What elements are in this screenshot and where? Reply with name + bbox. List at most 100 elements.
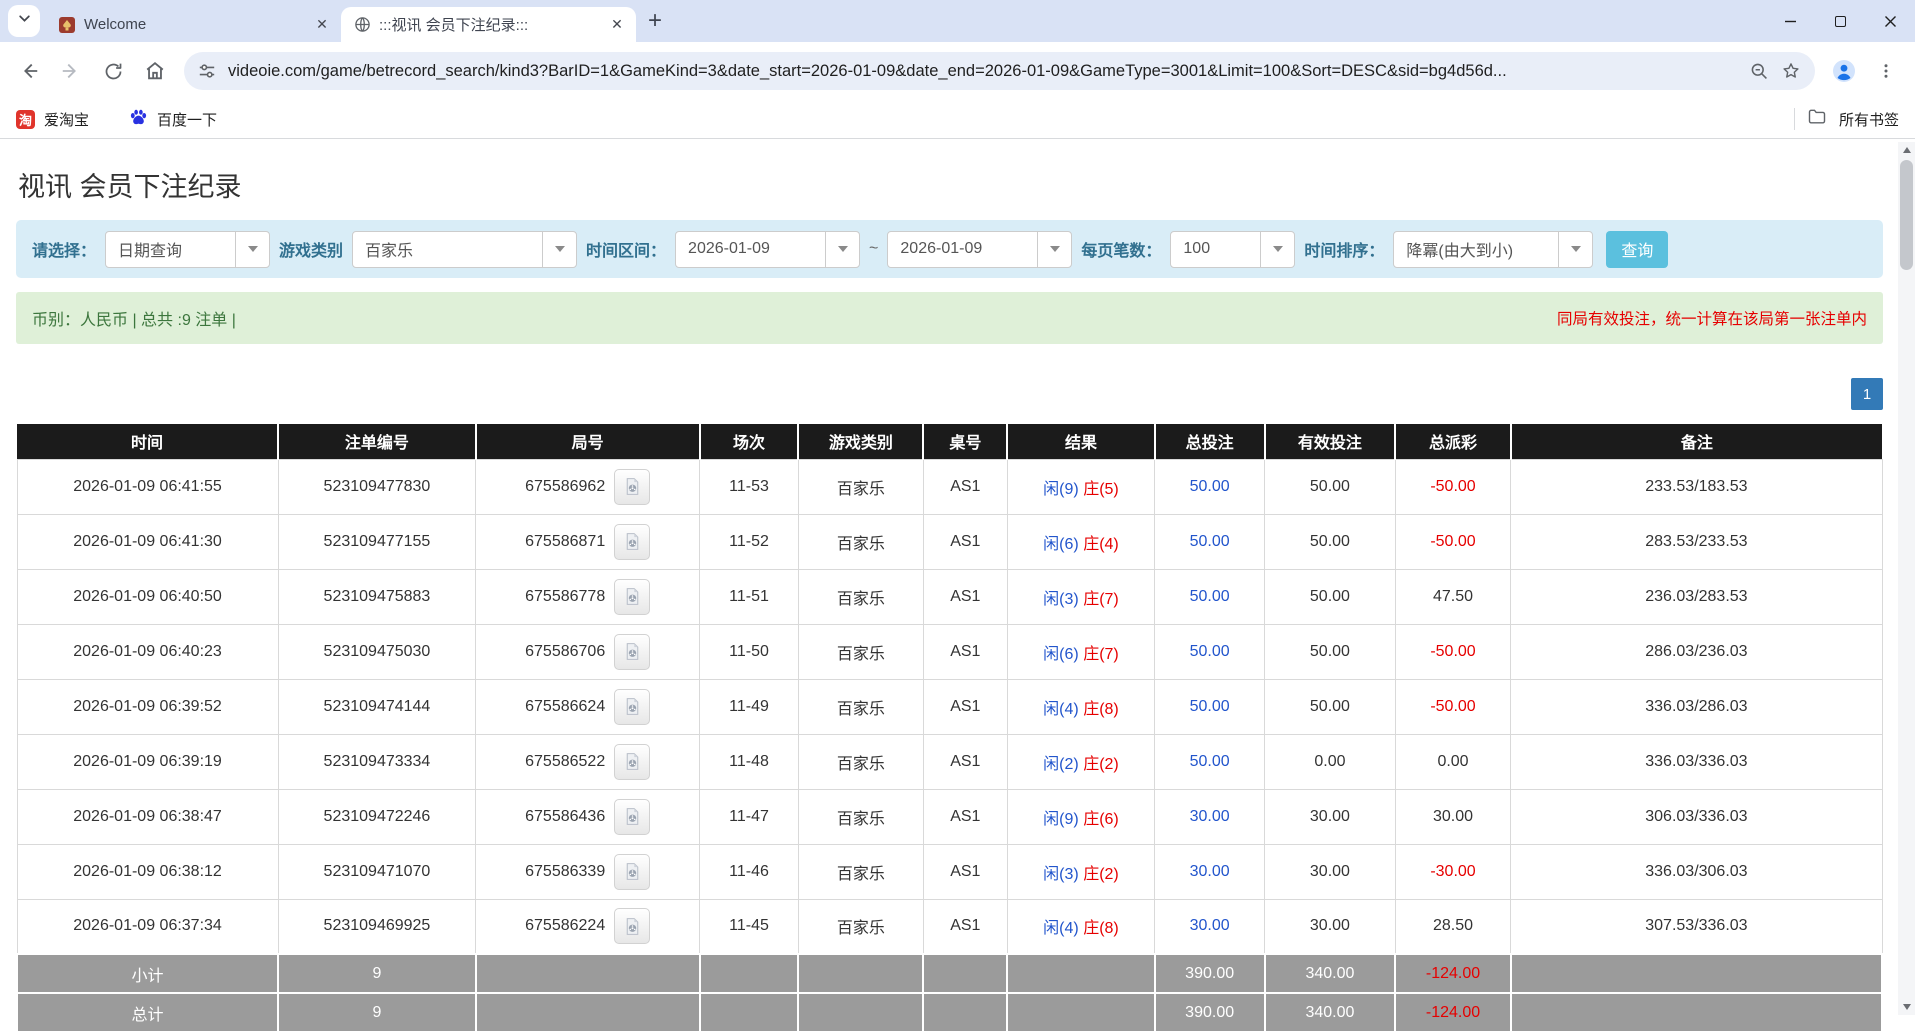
cell-total-bet: 50.00 — [1155, 679, 1265, 734]
cell-note: 236.03/283.53 — [1511, 569, 1882, 624]
zoom-out-icon[interactable] — [1750, 62, 1769, 81]
back-button[interactable] — [10, 52, 48, 90]
cell-bet-id: 523109477155 — [278, 514, 476, 569]
video-replay-icon[interactable] — [614, 854, 650, 890]
cell-valid-bet: 50.00 — [1265, 624, 1396, 679]
bookmark-label: 百度一下 — [157, 109, 217, 130]
bookmark-aitaobao[interactable]: 淘 爱淘宝 — [16, 109, 89, 130]
baidu-paw-icon — [129, 108, 148, 131]
cell-result: 闲(9) 庄(6) — [1007, 789, 1154, 844]
cell-bet-id: 523109472246 — [278, 789, 476, 844]
close-tab-icon[interactable]: ✕ — [608, 16, 626, 34]
tab-strip: Welcome ✕ :::视讯 会员下注纪录::: ✕ + — [0, 0, 1915, 42]
menu-kebab-icon[interactable] — [1867, 52, 1905, 90]
round-number: 675586871 — [525, 533, 605, 551]
tab-title: :::视讯 会员下注纪录::: — [379, 14, 600, 35]
video-replay-icon[interactable] — [614, 579, 650, 615]
cell-note: 336.03/336.03 — [1511, 734, 1882, 789]
cell-valid-bet: 0.00 — [1265, 734, 1396, 789]
cell-payout: -30.00 — [1395, 844, 1511, 899]
globe-favicon-icon — [353, 16, 371, 34]
scroll-up-arrow-icon[interactable] — [1898, 142, 1915, 158]
col-game-kind: 游戏类别 — [798, 424, 923, 459]
cell-valid-bet: 30.00 — [1265, 844, 1396, 899]
address-bar[interactable]: videoie.com/game/betrecord_search/kind3?… — [184, 52, 1815, 90]
site-info-icon[interactable] — [198, 62, 216, 80]
cell-total-bet: 50.00 — [1155, 624, 1265, 679]
scrollbar-thumb[interactable] — [1900, 160, 1913, 270]
maximize-button[interactable] — [1815, 0, 1865, 42]
date-end-select[interactable]: 2026-01-09 — [887, 231, 1072, 268]
url-text[interactable]: videoie.com/game/betrecord_search/kind3?… — [228, 62, 1738, 81]
cell-table-no: AS1 — [923, 844, 1007, 899]
profile-avatar[interactable] — [1825, 52, 1863, 90]
close-window-button[interactable] — [1865, 0, 1915, 42]
chevron-down-icon — [542, 232, 576, 267]
cell-result: 闲(3) 庄(7) — [1007, 569, 1154, 624]
bookmark-star-icon[interactable] — [1781, 61, 1801, 81]
cell-result: 闲(6) 庄(4) — [1007, 514, 1154, 569]
cell-result: 闲(4) 庄(8) — [1007, 899, 1154, 954]
chevron-down-icon — [1260, 232, 1294, 267]
page-button-1[interactable]: 1 — [1851, 378, 1883, 410]
video-replay-icon[interactable] — [614, 799, 650, 835]
table-row: 2026-01-09 06:41:55 523109477830 6755869… — [17, 459, 1882, 514]
cell-round: 675586436 — [476, 789, 700, 844]
new-tab-button[interactable]: + — [640, 6, 670, 36]
cell-game: 百家乐 — [798, 789, 923, 844]
welcome-favicon-icon — [58, 16, 76, 34]
cell-game: 百家乐 — [798, 679, 923, 734]
reload-button[interactable] — [94, 52, 132, 90]
sort-select[interactable]: 降冪(由大到小) — [1393, 231, 1593, 268]
video-replay-icon[interactable] — [614, 689, 650, 725]
taobao-icon: 淘 — [16, 110, 35, 129]
video-replay-icon[interactable] — [614, 524, 650, 560]
video-replay-icon[interactable] — [614, 744, 650, 780]
bookmark-label: 爱淘宝 — [44, 109, 89, 130]
tab-welcome[interactable]: Welcome ✕ — [46, 7, 341, 42]
cell-payout: -50.00 — [1395, 514, 1511, 569]
subtotal-count: 9 — [278, 954, 476, 993]
home-button[interactable] — [136, 52, 174, 90]
bookmark-baidu[interactable]: 百度一下 — [129, 108, 217, 131]
cell-bet-id: 523109469925 — [278, 899, 476, 954]
video-replay-icon[interactable] — [614, 469, 650, 505]
summary-bar: 币别：人民币 | 总共 :9 注单 | 同局有效投注，统一计算在该局第一张注单内 — [16, 292, 1883, 344]
video-replay-icon[interactable] — [614, 908, 650, 944]
cell-game: 百家乐 — [798, 624, 923, 679]
cell-bet-id: 523109473334 — [278, 734, 476, 789]
same-round-note: 同局有效投注，统一计算在该局第一张注单内 — [1557, 307, 1867, 329]
tab-bet-record[interactable]: :::视讯 会员下注纪录::: ✕ — [341, 7, 636, 42]
per-page-select[interactable]: 100 — [1170, 231, 1295, 268]
cell-bet-id: 523109475883 — [278, 569, 476, 624]
vertical-scrollbar[interactable] — [1898, 142, 1915, 1015]
date-start-select[interactable]: 2026-01-09 — [675, 231, 860, 268]
cell-note: 307.53/336.03 — [1511, 899, 1882, 954]
table-row: 2026-01-09 06:41:30 523109477155 6755868… — [17, 514, 1882, 569]
filter-panel: 请选择： 日期查询 游戏类别 百家乐 时间区间： 2026-01-09 ~ 20… — [16, 220, 1883, 278]
round-number: 675586624 — [525, 698, 605, 716]
cell-total-bet: 30.00 — [1155, 899, 1265, 954]
scroll-down-arrow-icon[interactable] — [1903, 1004, 1911, 1010]
result-player: 闲(4) — [1043, 701, 1079, 718]
result-banker: 庄(7) — [1083, 646, 1119, 663]
cell-time: 2026-01-09 06:41:55 — [17, 459, 278, 514]
pagination: 1 — [16, 378, 1883, 410]
currency-total-text: 币别：人民币 | 总共 :9 注单 | — [32, 306, 236, 330]
cell-payout: 0.00 — [1395, 734, 1511, 789]
game-kind-select[interactable]: 百家乐 — [352, 231, 577, 268]
cell-table-no: AS1 — [923, 899, 1007, 954]
cell-session: 11-46 — [700, 844, 799, 899]
tab-search-button[interactable] — [8, 5, 40, 37]
minimize-button[interactable] — [1765, 0, 1815, 42]
round-number: 675586962 — [525, 478, 605, 496]
search-button[interactable]: 查询 — [1606, 231, 1668, 268]
table-row: 2026-01-09 06:40:23 523109475030 6755867… — [17, 624, 1882, 679]
query-type-select[interactable]: 日期查询 — [105, 231, 270, 268]
close-tab-icon[interactable]: ✕ — [313, 16, 331, 34]
forward-button[interactable] — [52, 52, 90, 90]
cell-valid-bet: 50.00 — [1265, 514, 1396, 569]
all-bookmarks[interactable]: 所有书签 — [1794, 107, 1899, 131]
video-replay-icon[interactable] — [614, 634, 650, 670]
grand-total-total-bet: 390.00 — [1155, 993, 1265, 1032]
